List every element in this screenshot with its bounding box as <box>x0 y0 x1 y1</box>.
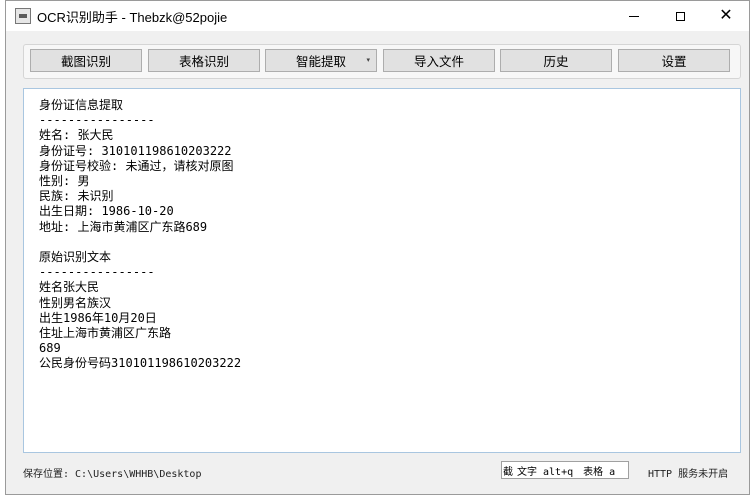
screenshot-ocr-label: 截图识别 <box>60 55 111 69</box>
import-file-button[interactable]: 导入文件 <box>383 49 495 72</box>
hotkey-text-label: 文字 alt+q <box>517 466 574 478</box>
result-line: 出生日期: 1986-10-20 <box>39 204 174 219</box>
hotkey-table-label: 表格 a <box>583 466 616 478</box>
title-bar[interactable]: OCR识别助手 - Thebzk@52pojie ✕ <box>6 1 749 31</box>
app-window: OCR识别助手 - Thebzk@52pojie ✕ 截图识别 表格识别 智能提… <box>5 0 750 495</box>
minimize-icon <box>629 15 639 17</box>
result-line <box>39 235 241 250</box>
maximize-icon <box>675 11 685 21</box>
result-line: 住址上海市黄浦区广东路 <box>39 326 172 341</box>
import-file-label: 导入文件 <box>413 55 464 69</box>
status-bar: 保存位置: C:\Users\WHHB\Desktop 截 文字 alt+q 表… <box>6 461 749 485</box>
screenshot-ocr-button[interactable]: 截图识别 <box>30 49 142 72</box>
app-icon <box>15 8 31 24</box>
window-title: OCR识别助手 - Thebzk@52pojie <box>37 9 228 25</box>
result-line: 性别: 男 <box>39 174 90 189</box>
http-service-status: HTTP 服务未开启 <box>648 469 729 480</box>
result-line: 民族: 未识别 <box>39 189 114 204</box>
smart-extract-button[interactable]: 智能提取 ▾ <box>265 49 377 72</box>
result-line: 689 <box>39 341 61 356</box>
history-label: 历史 <box>543 55 569 69</box>
result-line: 出生1986年10月20日 <box>39 310 157 325</box>
smart-extract-label: 智能提取 <box>295 55 346 69</box>
close-button[interactable]: ✕ <box>703 1 749 31</box>
result-line: 原始识别文本 <box>39 250 112 265</box>
result-line: ---------------- <box>39 113 155 128</box>
table-ocr-button[interactable]: 表格识别 <box>148 49 260 72</box>
result-text: 身份证信息提取 ---------------- 姓名: 张大民 身份证号: 3101… <box>39 98 241 372</box>
result-line: ---------------- <box>39 265 155 280</box>
settings-button[interactable]: 设置 <box>618 49 730 72</box>
maximize-button[interactable] <box>657 1 703 31</box>
window-controls: ✕ <box>611 1 749 31</box>
result-line: 性别男名族汉 <box>39 295 112 310</box>
result-line: 公民身份号码310101198610203222 <box>39 356 242 371</box>
save-location-label: 保存位置: C:\Users\WHHB\Desktop <box>23 469 202 480</box>
table-ocr-label: 表格识别 <box>178 55 229 69</box>
result-line: 身份证信息提取 <box>39 98 124 112</box>
result-line: 姓名: 张大民 <box>39 128 114 143</box>
toolbar: 截图识别 表格识别 智能提取 ▾ 导入文件 历史 设置 <box>23 44 741 79</box>
result-line: 身份证号校验: 未通过，请核对原图 <box>39 158 234 173</box>
history-button[interactable]: 历史 <box>500 49 612 72</box>
close-icon: ✕ <box>719 7 733 24</box>
chevron-down-icon[interactable]: ▾ <box>366 56 370 64</box>
minimize-button[interactable] <box>611 1 657 31</box>
hotkey-box: 截 文字 alt+q 表格 a <box>501 461 629 479</box>
result-line: 身份证号: 310101198610203222 <box>39 143 232 158</box>
result-text-area[interactable]: 身份证信息提取 ---------------- 姓名: 张大民 身份证号: 3101… <box>23 88 741 453</box>
settings-label: 设置 <box>661 55 687 69</box>
result-line: 地址: 上海市黄浦区广东路689 <box>39 219 208 234</box>
hotkey-cut-label: 截 <box>503 466 513 478</box>
result-line: 姓名张大民 <box>39 280 100 295</box>
